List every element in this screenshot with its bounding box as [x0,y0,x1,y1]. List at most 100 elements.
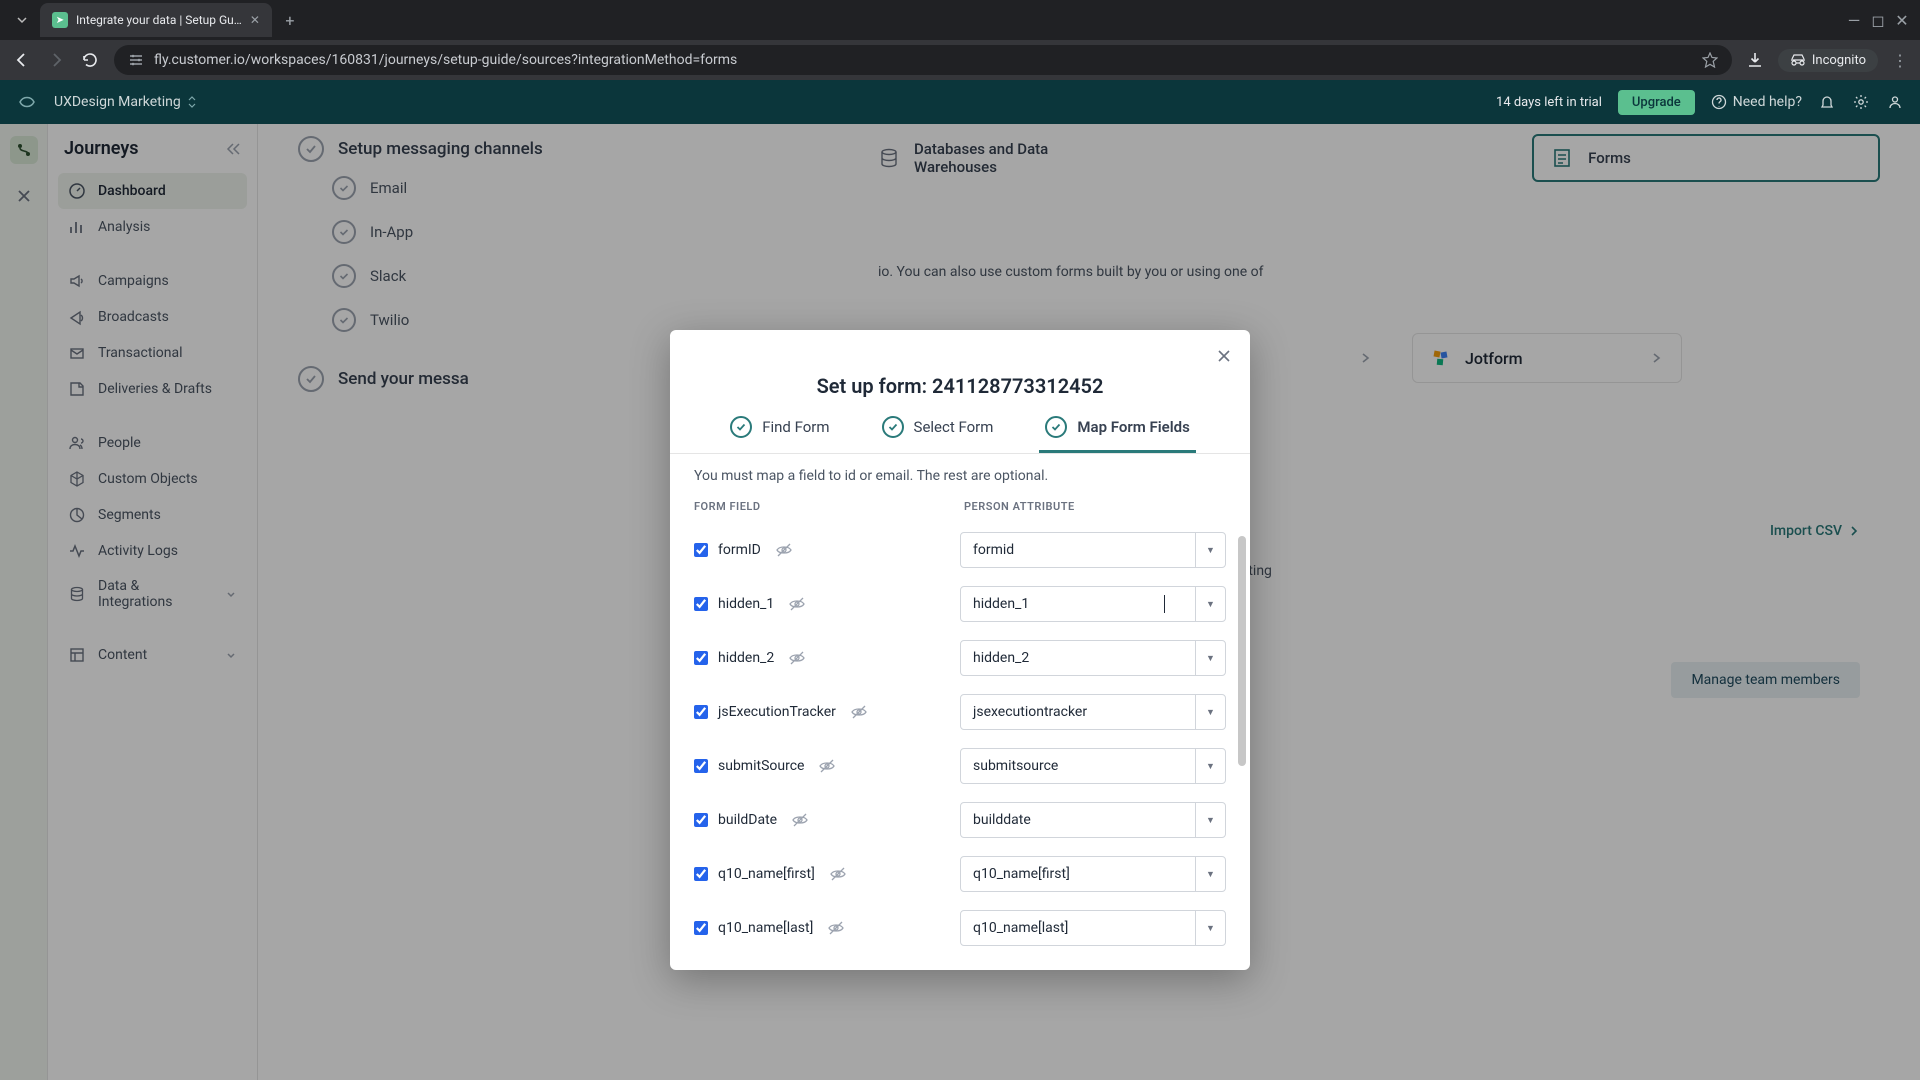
eye-off-icon[interactable] [788,649,806,667]
browser-menu-icon[interactable]: ⋮ [1892,51,1908,70]
window-minimize-icon[interactable]: — [1844,11,1864,30]
incognito-badge: Incognito [1778,49,1878,72]
attribute-value[interactable]: q10_name[last] [961,911,1195,945]
wizard-step-map-fields[interactable]: Map Form Fields [1039,416,1195,453]
scrollbar[interactable] [1238,536,1246,766]
tab-search-button[interactable] [8,6,36,34]
attribute-select[interactable]: hidden_1▼ [960,586,1226,622]
field-checkbox[interactable] [694,813,708,827]
url-box[interactable]: fly.customer.io/workspaces/160831/journe… [114,45,1732,75]
field-row: jsExecutionTracker jsexecutiontracker▼ [694,685,1226,739]
eye-off-icon[interactable] [791,811,809,829]
attribute-select[interactable]: builddate▼ [960,802,1226,838]
attribute-value[interactable]: submitsource [961,749,1195,783]
field-row: submitSourcesubmitsource▼ [694,739,1226,793]
column-header-form-field: FORM FIELD [694,500,964,513]
profile-icon[interactable] [1886,93,1904,111]
tab-bar: ➤ Integrate your data | Setup Gu… ✕ + — … [0,0,1920,40]
help-link[interactable]: Need help? [1711,94,1802,110]
chevron-down-icon[interactable]: ▼ [1195,911,1225,945]
field-checkbox[interactable] [694,543,708,557]
incognito-icon [1790,54,1806,66]
attribute-select[interactable]: q10_name[last]▼ [960,910,1226,946]
browser-tab[interactable]: ➤ Integrate your data | Setup Gu… ✕ [40,3,272,37]
field-name: buildDate [718,812,777,828]
field-row: q10_name[last]q10_name[last]▼ [694,901,1226,955]
url-text: fly.customer.io/workspaces/160831/journe… [154,52,1692,68]
window-restore-icon[interactable]: ◻ [1868,11,1888,30]
help-label: Need help? [1733,94,1802,110]
modal-title: Set up form: 241128773312452 [670,330,1250,416]
chevron-down-icon[interactable]: ▼ [1195,533,1225,567]
attribute-value[interactable]: hidden_2 [961,641,1195,675]
workspace-switcher[interactable]: UXDesign Marketing [54,94,197,110]
favicon-icon: ➤ [52,12,68,28]
upgrade-button[interactable]: Upgrade [1618,90,1695,115]
step-label: Find Form [762,418,829,436]
field-row: hidden_1hidden_1▼ [694,577,1226,631]
eye-off-icon[interactable] [850,703,868,721]
trial-text: 14 days left in trial [1496,95,1602,110]
field-checkbox[interactable] [694,921,708,935]
chevron-down-icon[interactable]: ▼ [1195,803,1225,837]
step-label: Map Form Fields [1077,418,1189,436]
app: UXDesign Marketing 14 days left in trial… [0,80,1920,1080]
browser-chrome: ➤ Integrate your data | Setup Gu… ✕ + — … [0,0,1920,80]
field-row: buildDate builddate▼ [694,793,1226,847]
eye-off-icon[interactable] [818,757,836,775]
eye-off-icon[interactable] [788,595,806,613]
attribute-select[interactable]: jsexecutiontracker▼ [960,694,1226,730]
chevron-down-icon[interactable]: ▼ [1195,857,1225,891]
chevron-down-icon[interactable]: ▼ [1195,641,1225,675]
back-button[interactable] [12,51,32,69]
reload-button[interactable] [80,51,100,69]
field-checkbox[interactable] [694,597,708,611]
chevron-down-icon[interactable]: ▼ [1195,587,1225,621]
attribute-value[interactable]: formid [961,533,1195,567]
field-name: q10_name[first] [718,866,815,882]
eye-off-icon[interactable] [827,919,845,937]
chevron-down-icon[interactable]: ▼ [1195,695,1225,729]
chevron-down-icon[interactable]: ▼ [1195,749,1225,783]
field-row: q10_name[first]q10_name[first]▼ [694,847,1226,901]
attribute-value[interactable]: builddate [961,803,1195,837]
attribute-value[interactable]: jsexecutiontracker [961,695,1195,729]
field-checkbox[interactable] [694,651,708,665]
modal-body[interactable]: FORM FIELD PERSON ATTRIBUTE formIDformid… [670,492,1250,970]
attribute-select[interactable]: formid▼ [960,532,1226,568]
address-bar: fly.customer.io/workspaces/160831/journe… [0,40,1920,80]
attribute-select[interactable]: q10_name[first]▼ [960,856,1226,892]
new-tab-button[interactable]: + [276,6,304,34]
eye-off-icon[interactable] [775,541,793,559]
notifications-icon[interactable] [1818,93,1836,111]
site-settings-icon[interactable] [128,53,144,67]
field-checkbox[interactable] [694,867,708,881]
app-logo-icon[interactable] [16,91,38,113]
field-name: formID [718,542,761,558]
field-checkbox[interactable] [694,705,708,719]
app-header: UXDesign Marketing 14 days left in trial… [0,80,1920,124]
field-name: hidden_1 [718,596,774,612]
check-circle-icon [730,416,752,438]
attribute-select[interactable]: submitsource▼ [960,748,1226,784]
eye-off-icon[interactable] [829,865,847,883]
attribute-select[interactable]: hidden_2▼ [960,640,1226,676]
tab-close-icon[interactable]: ✕ [250,13,260,27]
downloads-icon[interactable] [1746,51,1764,69]
bookmark-icon[interactable] [1702,52,1718,68]
field-name: hidden_2 [718,650,774,666]
field-checkbox[interactable] [694,759,708,773]
window-close-icon[interactable]: ✕ [1892,11,1912,30]
close-icon[interactable] [1212,344,1236,368]
attribute-value[interactable]: q10_name[first] [961,857,1195,891]
wizard-step-find-form[interactable]: Find Form [724,416,835,453]
field-name: jsExecutionTracker [718,704,836,720]
text-cursor [1164,595,1165,613]
attribute-value[interactable]: hidden_1 [961,587,1195,621]
settings-icon[interactable] [1852,93,1870,111]
field-name: q10_name[last] [718,920,813,936]
wizard-step-select-form[interactable]: Select Form [876,416,1000,453]
modal-setup-form: Set up form: 241128773312452 Find Form S… [670,330,1250,970]
forward-button[interactable] [46,51,66,69]
modal-hint: You must map a field to id or email. The… [670,454,1250,492]
